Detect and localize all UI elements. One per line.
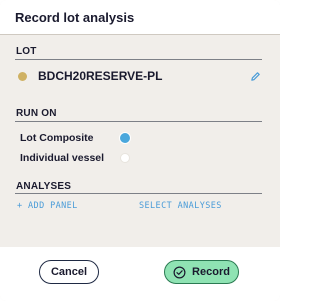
record-button[interactable]: Record [164, 260, 239, 284]
lot-composite-radio[interactable] [120, 133, 130, 143]
run-option-label: Individual vessel [20, 152, 105, 164]
cancel-button[interactable]: Cancel [39, 260, 99, 284]
lot-color-dot [18, 71, 27, 81]
dialog-title: Record lot analysis [15, 10, 135, 25]
run-option-individual-vessel[interactable]: Individual vessel [20, 150, 130, 166]
run-option-label: Lot Composite [20, 132, 94, 144]
lot-divider [15, 59, 262, 60]
run-on-divider [15, 121, 262, 122]
cancel-button-label: Cancel [50, 266, 88, 278]
run-on-section-label: RUN ON [16, 108, 57, 119]
analyses-divider [15, 193, 262, 194]
pencil-icon[interactable] [248, 69, 262, 83]
dialog-footer: Cancel Record [0, 247, 280, 301]
lot-name: BDCH20RESERVE-PL [38, 69, 163, 83]
individual-vessel-radio[interactable] [120, 153, 130, 163]
add-panel-link[interactable]: + ADD PANEL [17, 201, 78, 211]
analyses-section-label: ANALYSES [16, 181, 72, 192]
select-analyses-link[interactable]: SELECT ANALYSES [139, 201, 222, 211]
check-circle-icon [173, 266, 186, 279]
record-button-label: Record [192, 266, 230, 278]
lot-section-label: LOT [16, 46, 37, 57]
lot-row: BDCH20RESERVE-PL [18, 66, 262, 86]
run-option-lot-composite[interactable]: Lot Composite [20, 130, 130, 146]
dialog-header: Record lot analysis [0, 0, 280, 35]
record-lot-analysis-dialog: Record lot analysis LOT BDCH20RESERVE-PL… [0, 0, 280, 301]
